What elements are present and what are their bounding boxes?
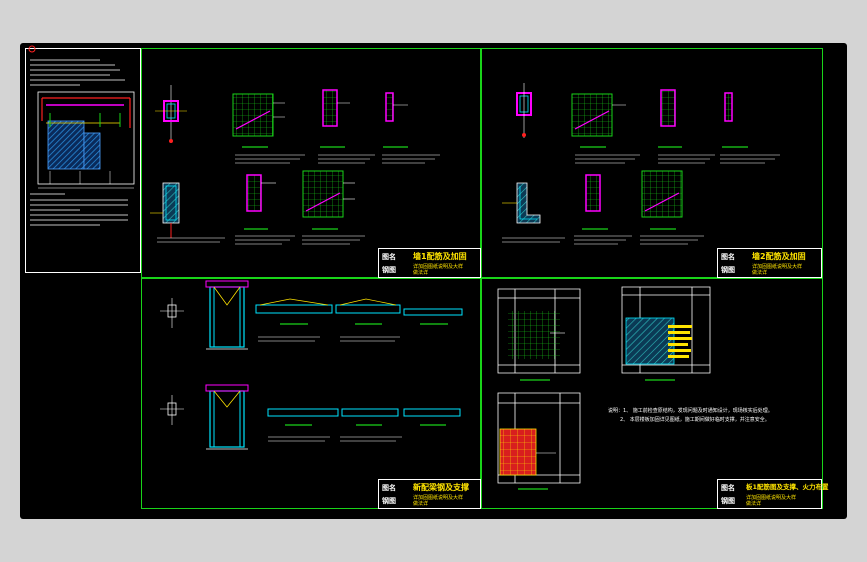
- title-block-bottom-left: 图名 新配梁钢及支撑 钢图 详加固图纸说明及大样 做法详: [378, 479, 481, 509]
- title-label: 图名: [721, 253, 735, 261]
- drawing-artwork: [28, 45, 780, 490]
- wall2-details: [502, 83, 780, 245]
- drawing-label: 钢图: [382, 266, 396, 274]
- slab-plans: [497, 286, 711, 490]
- title-label: 图名: [382, 253, 396, 261]
- title-block-top-right: 图名 墙2配筋及加固 钢图 详加固图纸说明及大样 做法详: [717, 248, 822, 278]
- drawing-label: 钢图: [382, 497, 396, 505]
- note-line-1: 说明：1、 施工前检查原结构，发现问题及时通知设计，现场核实后处理。: [608, 408, 773, 414]
- drawing-sub: 做法详: [746, 501, 762, 507]
- title-block-bottom-right: 图名 板1配筋图及支撑、火力布置 钢图 详加固图纸说明及大样 做法详: [717, 479, 829, 509]
- drawing-sub: 做法详: [413, 270, 429, 276]
- note-line-2: 2、 本层楼板加固详见图纸，施工期间做好临时支撑，并注意安全。: [620, 417, 770, 423]
- drawing-sub: 做法详: [413, 501, 429, 507]
- title-value: 板1配筋图及支撑、火力布置: [746, 483, 829, 491]
- title-value: 墙1配筋及加固: [413, 252, 467, 261]
- notes-sheet-art: [28, 45, 135, 226]
- title-value: 墙2配筋及加固: [752, 252, 806, 261]
- beam-details: [160, 280, 463, 450]
- title-block-top-left: 图名 墙1配筋及加固 钢图 详加固图纸说明及大样 做法详: [378, 248, 481, 278]
- title-value: 新配梁钢及支撑: [413, 483, 469, 492]
- drawing-label: 钢图: [721, 266, 735, 274]
- title-label: 图名: [721, 484, 735, 492]
- drawing-label: 钢图: [721, 497, 735, 505]
- wall1-details: [150, 85, 440, 245]
- drawing-sub: 做法详: [752, 270, 768, 276]
- title-label: 图名: [382, 484, 396, 492]
- drawing-canvas: 说明：1、 施工前检查原结构，发现问题及时通知设计，现场核实后处理。 2、 本层…: [20, 43, 847, 519]
